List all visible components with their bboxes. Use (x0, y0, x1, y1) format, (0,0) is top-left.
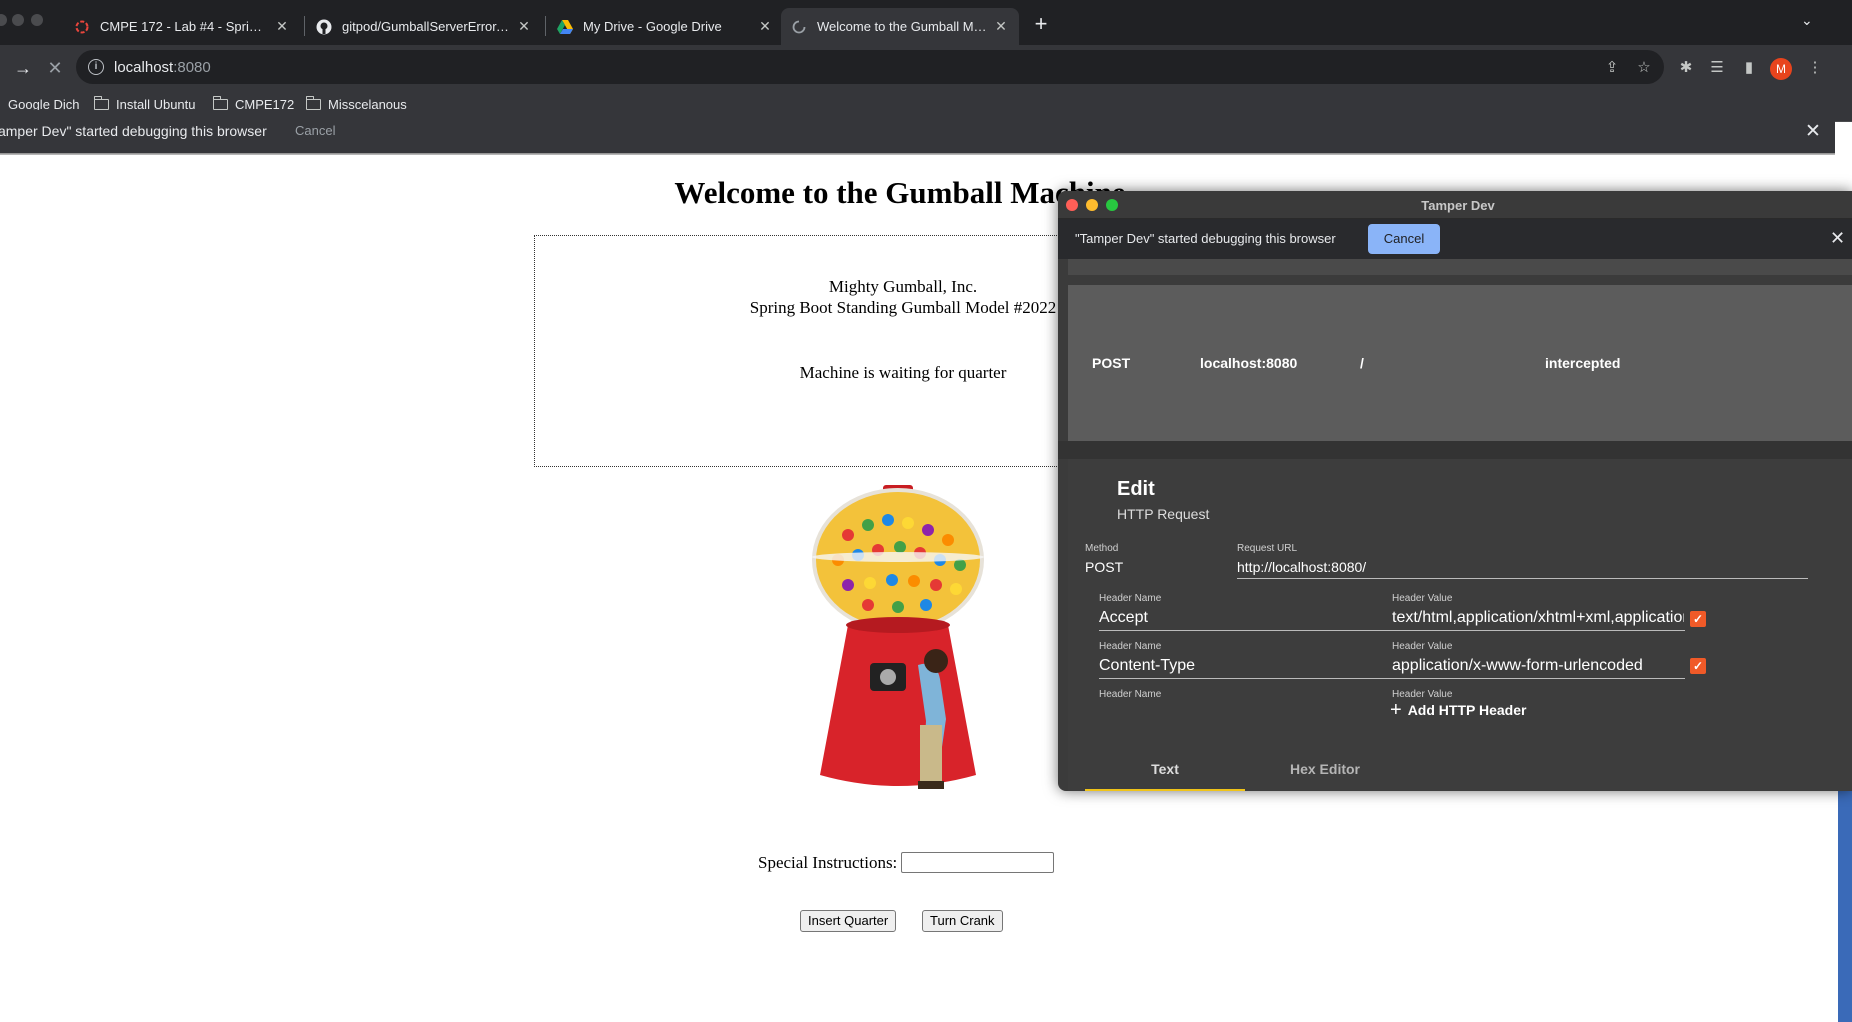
special-instructions-label: Special Instructions: (758, 852, 898, 872)
request-path: / (1360, 355, 1364, 371)
request-list-header (1068, 259, 1852, 275)
header-name-field[interactable]: Content-Type (1099, 657, 1195, 675)
tamper-dev-window: Tamper Dev "Tamper Dev" started debuggin… (1058, 191, 1852, 791)
github-icon (316, 19, 332, 35)
debugging-infobar: "Tamper Dev" started debugging this brow… (0, 110, 1835, 153)
request-method: POST (1092, 355, 1131, 371)
folder-icon (212, 96, 228, 110)
tamper-cancel-button[interactable]: Cancel (1368, 224, 1440, 254)
tab-google-drive[interactable]: My Drive - Google Drive ✕ (547, 8, 783, 45)
request-host: localhost:8080 (1200, 355, 1298, 371)
insert-quarter-button[interactable]: Insert Quarter (800, 910, 897, 932)
tab-cmpe172-lab4[interactable]: CMPE 172 - Lab #4 - Spring Se ✕ (64, 8, 300, 45)
window-zoom-dot[interactable] (31, 14, 43, 26)
google-drive-icon (557, 19, 573, 35)
header-name-label: Header Name (1099, 593, 1162, 604)
url-text: localhost:8080 (114, 58, 211, 76)
close-tab-icon[interactable]: ✕ (516, 18, 532, 35)
add-http-header-button[interactable]: + Add HTTP Header (1390, 699, 1526, 721)
infobar-message: "Tamper Dev" started debugging this brow… (0, 123, 267, 139)
edit-subtitle: HTTP Request (1117, 506, 1210, 522)
more-menu-icon[interactable]: ⋮ (1805, 58, 1825, 78)
tamper-infobar: "Tamper Dev" started debugging this brow… (1058, 219, 1852, 259)
tamper-infobar-message: "Tamper Dev" started debugging this brow… (1075, 231, 1336, 246)
header-value-label: Header Value (1392, 641, 1453, 652)
side-panel-icon[interactable]: ▮ (1739, 58, 1759, 78)
request-url-field[interactable]: http://localhost:8080/ (1237, 559, 1797, 575)
tab-search-chevron-icon[interactable]: ⌄ (1801, 12, 1813, 29)
request-row[interactable]: POST localhost:8080 / intercepted (1068, 285, 1852, 441)
special-instructions-row: Special Instructions: (758, 852, 1055, 873)
header-value-field[interactable]: text/html,application/xhtml+xml,applicat… (1392, 609, 1684, 627)
extensions-puzzle-icon[interactable]: ✱ (1676, 58, 1696, 78)
method-label: Method (1085, 543, 1119, 554)
loading-spinner-icon (791, 19, 807, 35)
close-tab-icon[interactable]: ✕ (993, 18, 1009, 35)
profile-avatar[interactable]: M (1770, 58, 1792, 80)
edit-request-panel: Edit HTTP Request Method POST Request UR… (1068, 459, 1852, 791)
header-value-label: Header Value (1392, 593, 1453, 604)
header-enabled-checkbox[interactable]: ✓ (1690, 611, 1706, 627)
special-instructions-input[interactable] (901, 852, 1055, 873)
close-tab-icon[interactable]: ✕ (274, 18, 290, 35)
infobar-close-icon[interactable]: ✕ (1805, 120, 1821, 143)
request-status: intercepted (1545, 355, 1621, 371)
tab-gitpod-github[interactable]: gitpod/GumballServerError.java ✕ (306, 8, 542, 45)
tamper-window-title: Tamper Dev (1421, 198, 1495, 213)
header-name-field[interactable]: Accept (1099, 609, 1148, 627)
share-icon[interactable]: ⇪ (1602, 58, 1622, 78)
address-bar[interactable]: i localhost:8080 ⇪ ☆ (76, 50, 1664, 84)
header-name-label: Header Name (1099, 641, 1162, 652)
bookmark-star-icon[interactable]: ☆ (1634, 58, 1654, 78)
tamper-infobar-close-icon[interactable]: ✕ (1830, 228, 1845, 249)
method-field[interactable]: POST (1085, 559, 1123, 575)
toolbar: → ✕ i localhost:8080 ⇪ ☆ ✱ ☰ ▮ M ⋮ (0, 45, 1852, 90)
tab-title: Welcome to the Gumball Machine (817, 19, 987, 34)
folder-icon (93, 96, 109, 110)
tab-gumball-active[interactable]: Welcome to the Gumball Machine ✕ (781, 8, 1019, 45)
tab-hex-editor[interactable]: Hex Editor (1245, 749, 1405, 791)
tamper-titlebar: Tamper Dev (1058, 191, 1852, 219)
window-close-dot[interactable] (0, 14, 7, 26)
tab-strip: CMPE 172 - Lab #4 - Spring Se ✕ gitpod/G… (0, 0, 1852, 45)
stop-loading-icon[interactable]: ✕ (42, 55, 68, 81)
loading-ring-icon (74, 19, 90, 35)
tab-title: CMPE 172 - Lab #4 - Spring Se (100, 19, 268, 34)
request-url-label: Request URL (1237, 543, 1298, 554)
header-enabled-checkbox[interactable]: ✓ (1690, 658, 1706, 674)
turn-crank-button[interactable]: Turn Crank (922, 910, 1003, 932)
new-tab-button[interactable]: + (1028, 12, 1054, 38)
gumball-machine-image (812, 485, 984, 789)
tab-title: My Drive - Google Drive (583, 19, 722, 34)
tab-text[interactable]: Text (1085, 749, 1245, 791)
edit-title: Edit (1117, 478, 1155, 500)
infobar-cancel-button[interactable]: Cancel (295, 123, 335, 138)
forward-arrow-icon[interactable]: → (10, 55, 36, 81)
site-info-icon[interactable]: i (88, 59, 104, 75)
close-tab-icon[interactable]: ✕ (757, 18, 773, 35)
header-value-field[interactable]: application/x-www-form-urlencoded (1392, 657, 1684, 675)
header-name-label: Header Name (1099, 689, 1162, 700)
window-minimize-dot[interactable] (12, 14, 24, 26)
reading-list-icon[interactable]: ☰ (1707, 58, 1727, 78)
tab-title: gitpod/GumballServerError.java (342, 19, 510, 34)
plus-icon: + (1390, 699, 1402, 721)
folder-icon (305, 96, 321, 110)
